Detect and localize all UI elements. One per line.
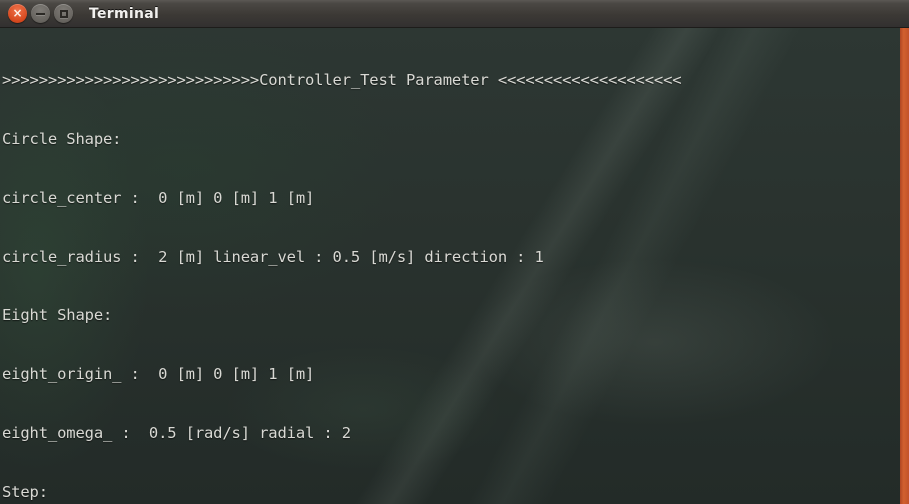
close-icon: × xyxy=(12,5,23,20)
terminal-window: × Terminal >>>>>>>>>>>>>>>>>>>>>>>>>>>>C… xyxy=(0,0,909,504)
window-title: Terminal xyxy=(89,5,160,22)
terminal-line: circle_center : 0 [m] 0 [m] 1 [m] xyxy=(2,188,315,207)
maximize-button[interactable] xyxy=(54,4,73,23)
terminal-output: >>>>>>>>>>>>>>>>>>>>>>>>>>>>Controller_T… xyxy=(0,28,737,504)
vertical-scrollbar[interactable] xyxy=(900,28,909,504)
minimize-button[interactable] xyxy=(31,4,50,23)
terminal-line: Eight Shape: xyxy=(2,306,113,325)
terminal-body[interactable]: >>>>>>>>>>>>>>>>>>>>>>>>>>>>Controller_T… xyxy=(0,28,909,504)
scrollbar-thumb[interactable] xyxy=(900,28,909,504)
terminal-line: Circle Shape: xyxy=(2,129,122,148)
minimize-icon xyxy=(36,12,45,15)
maximize-icon xyxy=(59,9,68,18)
terminal-line: Step: xyxy=(2,482,48,501)
close-button[interactable]: × xyxy=(8,4,27,23)
window-controls: × xyxy=(8,4,73,23)
window-titlebar[interactable]: × Terminal xyxy=(0,0,909,28)
terminal-line: circle_radius : 2 [m] linear_vel : 0.5 [… xyxy=(2,247,544,266)
terminal-line: eight_origin_ : 0 [m] 0 [m] 1 [m] xyxy=(2,365,315,384)
terminal-line: eight_omega_ : 0.5 [rad/s] radial : 2 xyxy=(2,423,351,442)
terminal-line: >>>>>>>>>>>>>>>>>>>>>>>>>>>>Controller_T… xyxy=(2,71,682,90)
